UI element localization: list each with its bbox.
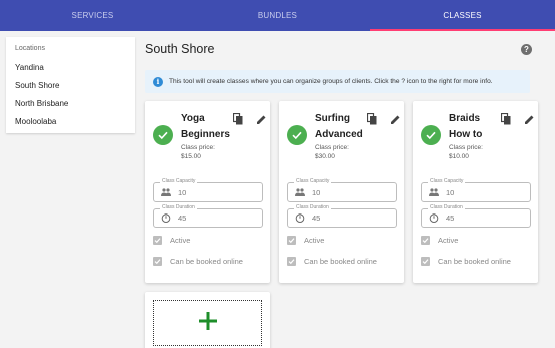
card-title-line-2: How to xyxy=(449,129,483,140)
sidebar-item-yandina[interactable]: Yandina xyxy=(6,59,135,77)
checkbox-checked-icon xyxy=(153,236,162,245)
active-checkbox[interactable]: Active xyxy=(421,236,458,245)
class-capacity-label: Class Capacity xyxy=(428,178,466,184)
card-title-line-1: Braids xyxy=(449,113,481,124)
locations-sidebar: Locations Yandina South Shore North Bris… xyxy=(6,37,135,133)
edit-pencil-icon[interactable] xyxy=(390,112,401,124)
class-duration-value: 45 xyxy=(446,213,455,223)
class-duration-label: Class Duration xyxy=(294,204,331,210)
class-duration-field[interactable]: Class Duration 45 xyxy=(421,204,531,228)
info-banner: i This tool will create classes where yo… xyxy=(145,70,530,93)
people-icon xyxy=(429,187,439,197)
class-card: Yoga Beginners Class price: $15.00 Class… xyxy=(145,101,270,283)
bookable-online-checkbox[interactable]: Can be booked online xyxy=(287,257,377,266)
class-duration-field[interactable]: Class Duration 45 xyxy=(153,204,263,228)
active-checkbox[interactable]: Active xyxy=(287,236,324,245)
check-circle-icon xyxy=(421,125,441,145)
edit-pencil-icon[interactable] xyxy=(524,112,535,124)
class-capacity-value: 10 xyxy=(178,187,187,197)
bookable-online-label: Can be booked online xyxy=(170,257,243,266)
class-capacity-field[interactable]: Class Capacity 10 xyxy=(421,178,531,202)
sidebar-item-north-brisbane[interactable]: North Brisbane xyxy=(6,95,135,113)
active-label: Active xyxy=(170,236,191,245)
page-title: South Shore xyxy=(145,42,215,56)
tab-services[interactable]: SERVICES xyxy=(0,0,185,31)
class-duration-value: 45 xyxy=(312,213,321,223)
card-title-line-2: Beginners xyxy=(181,129,230,140)
stopwatch-icon xyxy=(429,213,439,223)
bookable-online-checkbox[interactable]: Can be booked online xyxy=(153,257,243,266)
class-capacity-value: 10 xyxy=(312,187,321,197)
bookable-online-checkbox[interactable]: Can be booked online xyxy=(421,257,511,266)
class-duration-label: Class Duration xyxy=(160,204,197,210)
card-title: Braids How to xyxy=(449,111,501,143)
checkbox-checked-icon xyxy=(153,257,162,266)
card-title: Yoga Beginners xyxy=(181,111,233,143)
active-label: Active xyxy=(304,236,325,245)
class-capacity-label: Class Capacity xyxy=(160,178,198,184)
copy-icon[interactable] xyxy=(366,112,377,125)
bookable-online-label: Can be booked online xyxy=(438,257,511,266)
people-icon xyxy=(295,187,305,197)
people-icon xyxy=(161,187,171,197)
copy-icon[interactable] xyxy=(232,112,243,125)
class-duration-value: 45 xyxy=(178,213,187,223)
edit-pencil-icon[interactable] xyxy=(256,112,267,124)
active-label: Active xyxy=(438,236,459,245)
price-value: $10.00 xyxy=(449,153,469,160)
add-class-card xyxy=(145,292,270,348)
card-title-line-1: Yoga xyxy=(181,113,205,124)
checkbox-checked-icon xyxy=(421,236,430,245)
active-checkbox[interactable]: Active xyxy=(153,236,190,245)
tab-bundles[interactable]: BUNDLES xyxy=(185,0,370,31)
class-capacity-field[interactable]: Class Capacity 10 xyxy=(287,178,397,202)
bookable-online-label: Can be booked online xyxy=(304,257,377,266)
price-value: $30.00 xyxy=(315,153,335,160)
sidebar-header: Locations xyxy=(15,45,45,52)
card-title-line-2: Advanced xyxy=(315,129,363,140)
class-capacity-label: Class Capacity xyxy=(294,178,332,184)
checkbox-checked-icon xyxy=(287,257,296,266)
class-card: Braids How to Class price: $10.00 Class … xyxy=(413,101,538,283)
class-duration-field[interactable]: Class Duration 45 xyxy=(287,204,397,228)
sidebar-item-south-shore[interactable]: South Shore xyxy=(6,77,135,95)
price-label: Class price: xyxy=(449,144,483,151)
class-capacity-field[interactable]: Class Capacity 10 xyxy=(153,178,263,202)
card-title: Surfing Advanced xyxy=(315,111,367,143)
info-text: This tool will create classes where you … xyxy=(169,78,493,85)
top-nav-bar: SERVICES BUNDLES CLASSES xyxy=(0,0,555,31)
checkbox-checked-icon xyxy=(421,257,430,266)
copy-icon[interactable] xyxy=(500,112,511,125)
stopwatch-icon xyxy=(161,213,171,223)
card-title-line-1: Surfing xyxy=(315,113,350,124)
tab-classes[interactable]: CLASSES xyxy=(370,0,555,31)
add-class-button[interactable] xyxy=(153,300,262,346)
class-capacity-value: 10 xyxy=(446,187,455,197)
class-card: Surfing Advanced Class price: $30.00 Cla… xyxy=(279,101,404,283)
stopwatch-icon xyxy=(295,213,305,223)
plus-icon xyxy=(198,311,218,336)
checkbox-checked-icon xyxy=(287,236,296,245)
price-label: Class price: xyxy=(181,144,215,151)
check-circle-icon xyxy=(153,125,173,145)
price-label: Class price: xyxy=(315,144,349,151)
check-circle-icon xyxy=(287,125,307,145)
class-duration-label: Class Duration xyxy=(428,204,465,210)
info-icon: i xyxy=(153,76,163,87)
price-value: $15.00 xyxy=(181,153,201,160)
sidebar-item-mooloolaba[interactable]: Mooloolaba xyxy=(6,113,135,131)
help-icon[interactable]: ? xyxy=(521,44,532,55)
